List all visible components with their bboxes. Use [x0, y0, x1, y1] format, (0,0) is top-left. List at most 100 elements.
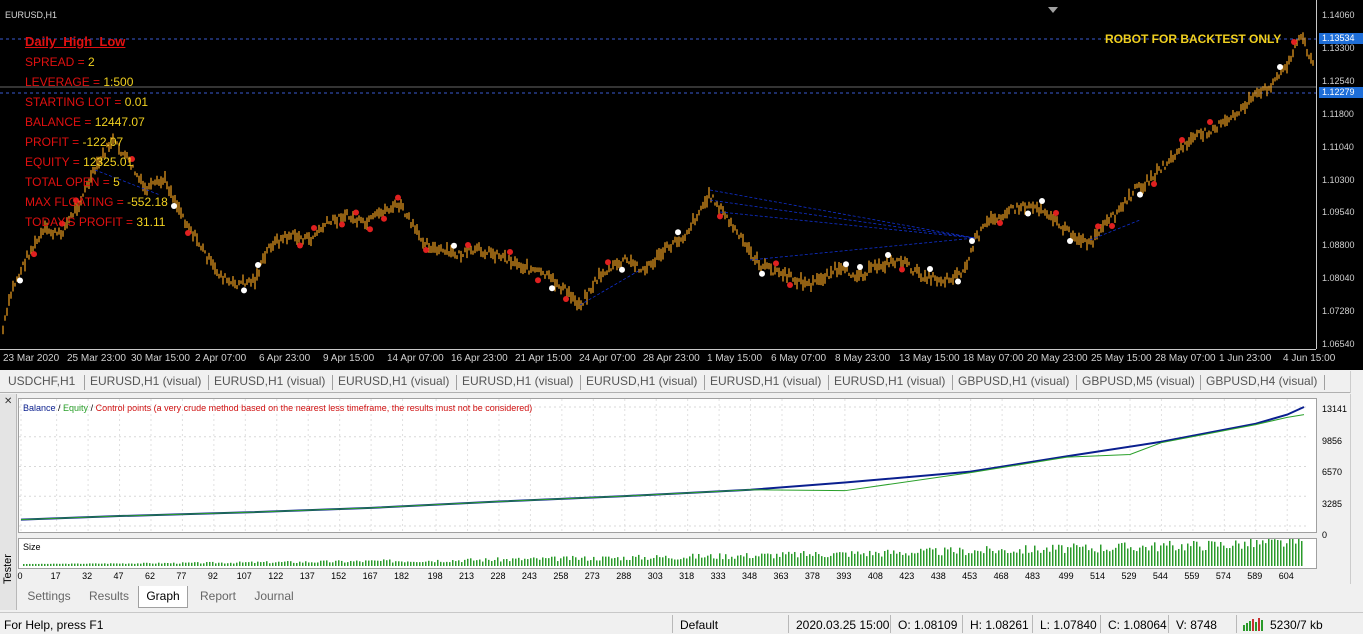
- size-bar: [1061, 545, 1063, 566]
- time-tick-label: 4 Jun 15:00: [1283, 353, 1336, 364]
- size-bars-svg: [23, 537, 1303, 566]
- size-bar: [449, 562, 451, 566]
- size-bar: [74, 563, 76, 566]
- time-scale[interactable]: 23 Mar 2020 25 Mar 23:00 30 Mar 15:00 2 Apr…: [0, 349, 1335, 370]
- ea-info-row: LEVERAGE = 1:500: [25, 72, 168, 92]
- size-bar: [431, 561, 433, 566]
- size-bar: [113, 563, 115, 566]
- size-bar: [1238, 543, 1240, 566]
- chart-tab[interactable]: USDCHF,H1: [8, 374, 75, 392]
- tester-tab-report[interactable]: Report: [190, 586, 246, 606]
- size-bar: [329, 562, 331, 566]
- size-bar: [1298, 537, 1300, 566]
- size-bar: [923, 550, 925, 566]
- size-bar: [806, 555, 808, 566]
- ea-info-value: 5: [113, 175, 120, 189]
- size-bar: [728, 559, 730, 566]
- size-bar: [1064, 552, 1066, 566]
- size-bar: [911, 552, 913, 566]
- trade-tick-label: 408: [867, 571, 883, 581]
- close-icon[interactable]: ✕: [4, 396, 12, 407]
- size-bar: [848, 556, 850, 566]
- size-bar: [251, 561, 253, 566]
- status-profile[interactable]: Default: [680, 618, 718, 632]
- size-bar: [524, 558, 526, 566]
- price-chart-area[interactable]: [0, 0, 1316, 349]
- chart-tab[interactable]: EURUSD,H1 (visual): [710, 374, 821, 392]
- size-bar: [1088, 550, 1090, 566]
- chart-tab[interactable]: EURUSD,H1 (visual): [462, 374, 573, 392]
- chart-tab[interactable]: EURUSD,H1 (visual): [214, 374, 325, 392]
- size-bar: [1043, 549, 1045, 566]
- trade-tick-label: 589: [1247, 571, 1263, 581]
- size-bar: [263, 561, 265, 566]
- size-bar: [1130, 547, 1132, 566]
- time-tick-label: 6 Apr 23:00: [259, 353, 311, 364]
- trade-tick-label: 198: [427, 571, 443, 581]
- size-bar: [689, 556, 691, 566]
- tester-tab-graph[interactable]: Graph: [138, 586, 188, 608]
- legend-equity: Equity: [63, 403, 89, 413]
- size-bar: [887, 549, 889, 566]
- current-price-box: 1.12279: [1319, 87, 1363, 98]
- chart-tabs-scroll-icon[interactable]: [1350, 371, 1363, 393]
- size-bar: [176, 563, 178, 566]
- tester-tab-settings[interactable]: Settings: [18, 586, 80, 606]
- size-bar: [1187, 543, 1189, 566]
- balance-tick-label: 6570: [1322, 467, 1343, 477]
- size-bar: [1226, 548, 1228, 566]
- chart-tab[interactable]: EURUSD,H1 (visual): [586, 374, 697, 392]
- buy-arrow-marker: [367, 226, 373, 233]
- chart-tab[interactable]: GBPUSD,H1 (visual): [958, 374, 1069, 392]
- size-bar: [1271, 539, 1273, 566]
- ea-info-label: TOTAL OPEN =: [25, 175, 114, 189]
- size-bar: [1289, 537, 1291, 566]
- size-bar: [230, 562, 232, 566]
- size-bar: [95, 563, 97, 566]
- chart-window[interactable]: EURUSD,H1 Daily_High_Low SPREAD = 2 LEVER…: [0, 0, 1363, 370]
- price-scale[interactable]: 1.14060 1.13300 1.12540 1.11800 1.11040 1.103…: [1316, 0, 1363, 349]
- size-bar: [671, 558, 673, 566]
- size-bar: [443, 562, 445, 566]
- size-bar: [611, 558, 613, 566]
- buy-arrow-marker: [1207, 119, 1213, 125]
- tester-tab-journal[interactable]: Journal: [248, 586, 300, 606]
- lot-size-graph: Size: [18, 537, 1317, 569]
- size-bar: [1199, 546, 1201, 566]
- ea-info-value: -552.18: [127, 195, 168, 209]
- ea-info-label: SPREAD =: [25, 55, 89, 69]
- trade-tick-label: 303: [647, 571, 663, 581]
- tester-tab-results[interactable]: Results: [82, 586, 136, 606]
- size-bar: [647, 559, 649, 566]
- size-bar: [974, 550, 976, 566]
- size-bar: [1073, 543, 1075, 566]
- size-bar: [65, 563, 67, 566]
- size-bar: [281, 562, 283, 566]
- chart-window-tabs: USDCHF,H1 EURUSD,H1 (visual) EURUSD,H1 (vi…: [0, 371, 1350, 393]
- size-bar: [212, 561, 214, 566]
- size-bar: [116, 563, 118, 566]
- tester-scrollbar[interactable]: [1350, 394, 1363, 584]
- trade-tick-label: 107: [236, 571, 252, 581]
- size-bar: [1109, 551, 1111, 566]
- size-bar: [1145, 547, 1147, 566]
- chart-tab[interactable]: EURUSD,H1 (visual): [90, 374, 201, 392]
- chart-tab[interactable]: EURUSD,H1 (visual): [834, 374, 945, 392]
- size-bar: [59, 563, 61, 566]
- size-bar: [566, 556, 568, 566]
- size-bar: [662, 557, 664, 566]
- size-bar: [146, 562, 148, 566]
- chart-shift-marker-icon[interactable]: [1048, 7, 1058, 13]
- size-bar: [665, 555, 667, 566]
- balance-line: [20, 406, 1305, 521]
- chart-tab[interactable]: GBPUSD,M5 (visual): [1082, 374, 1195, 392]
- buy-arrow-marker: [1053, 210, 1059, 216]
- size-bar: [650, 558, 652, 566]
- chart-tab[interactable]: EURUSD,H1 (visual): [338, 374, 449, 392]
- chart-tab[interactable]: GBPUSD,H4 (visual): [1206, 374, 1317, 392]
- price-chart-svg[interactable]: [0, 0, 1316, 349]
- size-bar: [935, 548, 937, 566]
- size-bar: [581, 557, 583, 566]
- size-bar: [293, 562, 295, 566]
- size-bar: [1058, 544, 1060, 566]
